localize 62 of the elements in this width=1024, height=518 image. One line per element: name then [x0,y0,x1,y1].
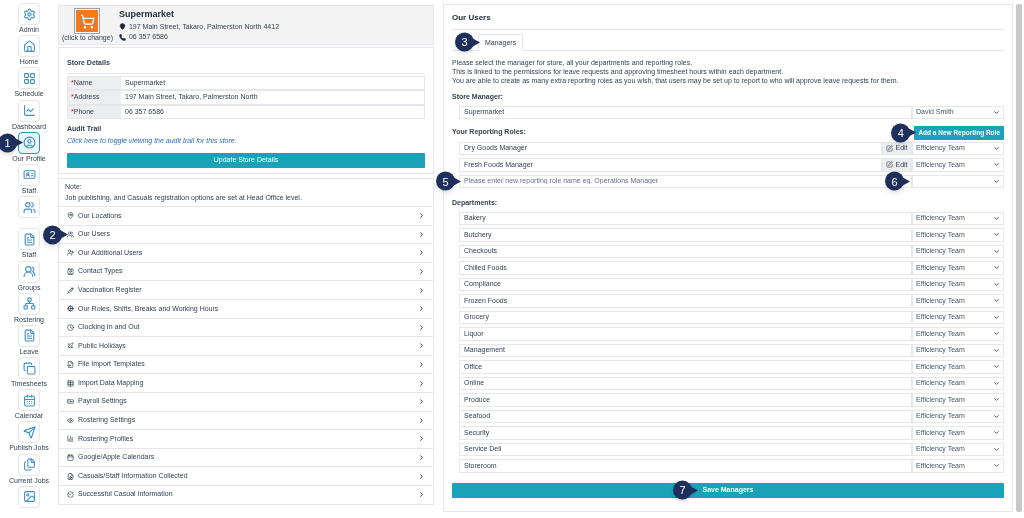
sidebar-item[interactable] [18,131,40,154]
chevron-right-icon [418,230,425,238]
store-logo[interactable] [74,8,101,34]
menu-icon [67,305,74,313]
chevron-right-icon [418,249,425,257]
chevron-right-icon [418,323,425,331]
menu-icon [67,249,74,257]
chevron-right-icon [418,454,425,461]
menu-icon [67,230,74,238]
sidebar-icon [22,393,36,407]
sidebar-icon [22,39,36,53]
chevron-right-icon [418,361,425,369]
sidebar-icon [22,136,36,150]
sidebar-icon [22,297,36,311]
sidebar-icon [22,104,36,118]
menu-icon [67,212,74,220]
menu-icon [67,286,74,294]
chevron-down-icon [993,144,1000,152]
chevron-right-icon [418,379,425,387]
chevron-right-icon [418,286,425,294]
sidebar-icon [22,490,36,504]
menu-icon [67,472,74,480]
sidebar-icon [22,361,36,375]
menu-icon [67,398,74,406]
edit-icon [886,161,894,169]
chevron-right-icon [418,416,425,424]
sidebar-icon [22,200,36,214]
chevron-down-icon [993,462,1000,470]
menu-icon [67,268,74,276]
scrollbar[interactable] [1016,4,1022,512]
sidebar-icon [22,7,36,21]
menu-icon [67,342,74,350]
store-name: Supermarket [118,8,175,21]
chevron-right-icon [418,472,425,480]
menu-icon [67,379,74,387]
menu-icon [67,454,74,461]
sidebar-icon [22,232,36,246]
chevron-right-icon [418,435,425,443]
sidebar-icon [22,329,36,343]
sidebar-icon [22,265,36,278]
sidebar-icon [22,168,36,182]
edit-icon [886,144,894,152]
chevron-right-icon [418,268,425,276]
menu-icon [67,491,74,499]
chevron-right-icon [418,491,425,499]
sidebar-icon [22,458,36,472]
sidebar-icon [22,425,36,439]
chevron-right-icon [418,342,425,350]
chevron-right-icon [418,212,425,220]
phone-icon [118,33,126,41]
chevron-down-icon [993,214,1000,222]
chevron-right-icon [418,305,425,313]
chevron-right-icon [418,398,425,406]
menu-icon [67,416,74,424]
menu-icon [67,435,74,443]
panel-title: Our Users [452,12,492,24]
menu-icon [67,361,74,369]
menu-icon [67,323,74,331]
sidebar-icon [22,71,36,85]
map-pin-icon [118,23,126,31]
chevron-down-icon [993,108,1000,116]
cart-icon [80,13,95,29]
